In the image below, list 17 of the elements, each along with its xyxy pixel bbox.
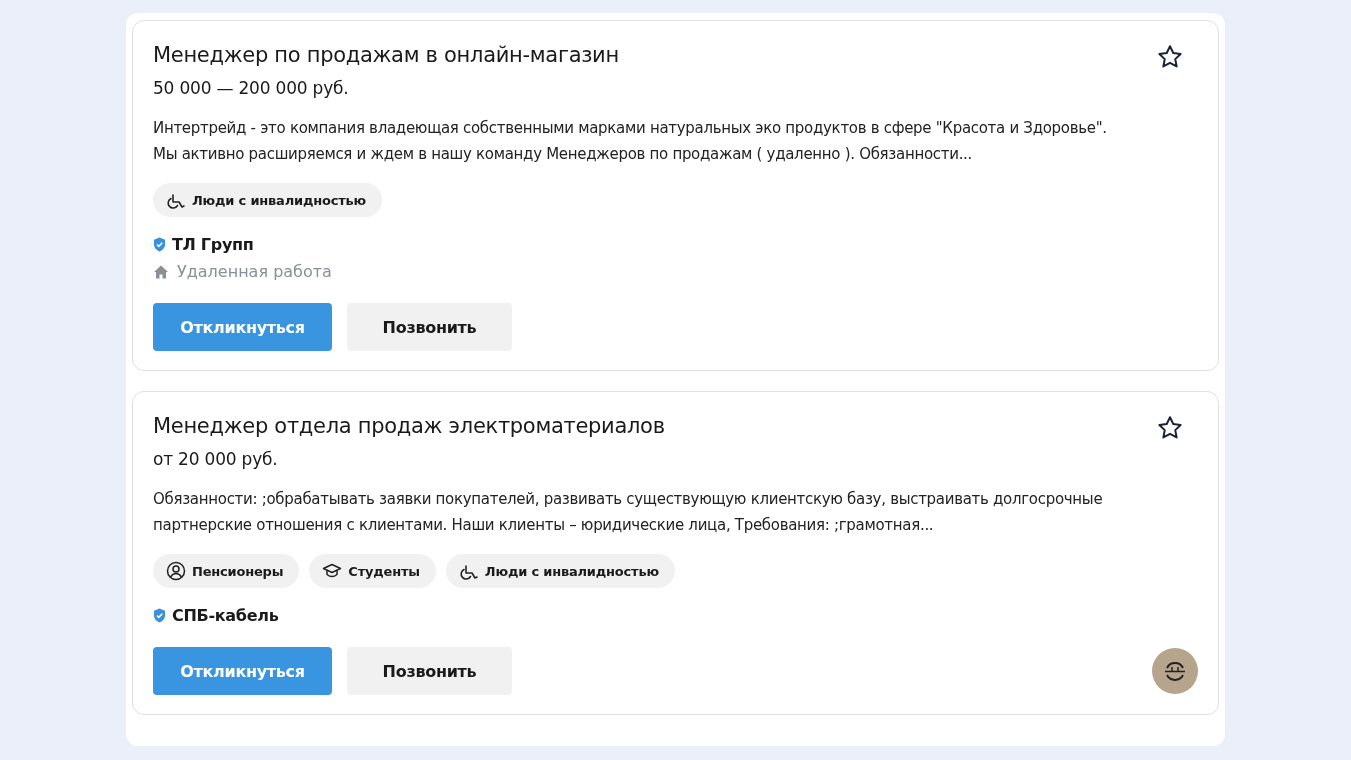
vacancy-title[interactable]: Менеджер отдела продаж электроматериалов [153,412,665,440]
company-name[interactable]: СПБ-кабель [172,606,279,625]
call-button[interactable]: Позвонить [347,303,512,351]
call-button[interactable]: Позвонить [347,647,512,695]
vacancy-description: Интертрейд - это компания владеющая собственными марками натуральных эко продуктов в сфере "Красота и Здоровье". Мы активно расширяемся и ждем в нашу команду Менеджеров по продажам ( удаленно ). Обязанности... [153,118,1108,165]
vacancy-description: Обязанности: ;обрабатывать заявки покупателей, развивать существующую клиентскую базу, выстраивать долгосрочные партнерские отношения с клиентами. Наши клиенты – юридические лица, Требования: ;грамотная... [153,489,1104,536]
tag-chip: Люди с инвалидностью [445,554,675,588]
vacancy-title[interactable]: Менеджер по продажам в онлайн-магазин [153,41,619,69]
work-format-text: Удаленная работа [177,262,332,281]
company-name[interactable]: ТЛ Групп [172,235,254,254]
person-icon [166,561,186,581]
tag-chip: Люди с инвалидностью [153,183,383,217]
salary-text: от 20 000 руб. [153,448,279,471]
tag-chip: Пенсионеры [153,554,300,588]
salary-text: 50 000 — 200 000 руб. [153,77,350,100]
tag-chip: Студенты [309,554,436,588]
home-icon [153,263,169,280]
